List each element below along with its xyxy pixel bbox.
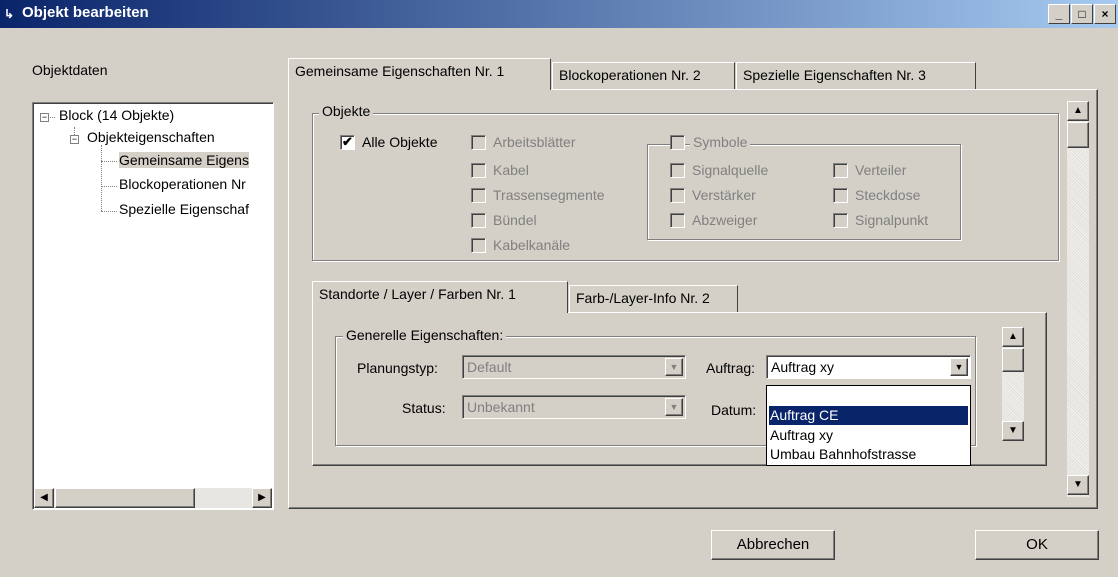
- kabelkanaele-label: Kabelkanäle: [493, 237, 571, 253]
- signalpunkt-label: Signalpunkt: [855, 212, 929, 228]
- planungstyp-select[interactable]: Default ▼: [462, 355, 686, 379]
- title-bar: ↳ Objekt bearbeiten _ □ ×: [0, 0, 1118, 28]
- buendel-label: Bündel: [493, 212, 537, 228]
- arbeitsblaetter-label: Arbeitsblätter: [493, 134, 576, 150]
- generelle-group-title: Generelle Eigenschaften:: [343, 327, 507, 343]
- tab-standorte[interactable]: Standorte / Layer / Farben Nr. 1: [312, 281, 568, 313]
- inner-vertical-scrollbar[interactable]: ▲ ▼: [1002, 327, 1024, 441]
- status-value: Unbekannt: [467, 399, 535, 415]
- object-tree[interactable]: − Block (14 Objekte) − Objekteigenschaft…: [32, 102, 274, 510]
- tree-item-spezielle[interactable]: Spezielle Eigenschaf: [119, 201, 249, 217]
- scroll-down-icon[interactable]: ▼: [1067, 475, 1089, 495]
- verteiler-checkbox[interactable]: [833, 163, 848, 178]
- dropdown-option-auftrag-ce[interactable]: Auftrag CE: [769, 406, 968, 425]
- tab-spezielle[interactable]: Spezielle Eigenschaften Nr. 3: [736, 62, 976, 90]
- datum-label: Datum:: [711, 402, 757, 418]
- scroll-thumb[interactable]: [1002, 348, 1024, 372]
- planungstyp-label: Planungstyp:: [357, 360, 438, 376]
- tree-item-objekteigenschaften[interactable]: Objekteigenschaften: [87, 129, 215, 145]
- kabelkanaele-checkbox[interactable]: [471, 238, 486, 253]
- chevron-down-icon[interactable]: ▼: [950, 358, 968, 376]
- minimize-button[interactable]: _: [1048, 4, 1070, 24]
- scroll-thumb[interactable]: [1067, 122, 1089, 148]
- dropdown-option-auftrag-xy[interactable]: Auftrag xy: [769, 426, 968, 445]
- signalquelle-checkbox[interactable]: [670, 163, 685, 178]
- scroll-down-icon[interactable]: ▼: [1002, 421, 1024, 441]
- abzweiger-label: Abzweiger: [692, 212, 758, 228]
- chevron-down-icon[interactable]: ▼: [665, 358, 683, 376]
- buendel-checkbox[interactable]: [471, 213, 486, 228]
- verstaerker-label: Verstärker: [692, 187, 756, 203]
- window-title: Objekt bearbeiten: [22, 4, 149, 21]
- tree-item-block[interactable]: Block (14 Objekte): [59, 107, 174, 123]
- app-icon: ↳: [4, 7, 15, 21]
- kabel-label: Kabel: [493, 162, 529, 178]
- outer-vertical-scrollbar[interactable]: ▲ ▼: [1067, 101, 1089, 497]
- scroll-up-icon[interactable]: ▲: [1067, 101, 1089, 121]
- symbole-checkbox[interactable]: [670, 135, 685, 150]
- auftrag-value: Auftrag xy: [771, 359, 835, 375]
- alle-objekte-checkbox[interactable]: ✔: [340, 135, 355, 150]
- symbole-group-title: Symbole: [690, 134, 751, 150]
- scroll-up-icon[interactable]: ▲: [1002, 327, 1024, 347]
- verteiler-label: Verteiler: [855, 162, 907, 178]
- signalpunkt-checkbox[interactable]: [833, 213, 848, 228]
- auftrag-label: Auftrag:: [706, 360, 756, 376]
- dropdown-option-empty[interactable]: [769, 387, 968, 406]
- maximize-button[interactable]: □: [1071, 4, 1093, 24]
- close-button[interactable]: ×: [1094, 4, 1116, 24]
- objekte-group-title: Objekte: [319, 103, 374, 119]
- scroll-thumb[interactable]: [55, 488, 195, 508]
- cancel-button[interactable]: Abbrechen: [711, 530, 835, 560]
- collapse-icon[interactable]: −: [40, 113, 49, 122]
- verstaerker-checkbox[interactable]: [670, 188, 685, 203]
- auftrag-dropdown-list[interactable]: Auftrag CE Auftrag xy Umbau Bahnhofstras…: [766, 385, 971, 466]
- scroll-right-icon[interactable]: ▶: [252, 488, 272, 508]
- collapse-icon[interactable]: −: [70, 135, 79, 144]
- status-label: Status:: [402, 400, 446, 416]
- steckdose-label: Steckdose: [855, 187, 921, 203]
- dropdown-option-umbau[interactable]: Umbau Bahnhofstrasse: [769, 445, 968, 464]
- trassensegmente-checkbox[interactable]: [471, 188, 486, 203]
- tab-farb-layer-info[interactable]: Farb-/Layer-Info Nr. 2: [569, 285, 738, 313]
- steckdose-checkbox[interactable]: [833, 188, 848, 203]
- abzweiger-checkbox[interactable]: [670, 213, 685, 228]
- scroll-left-icon[interactable]: ◀: [34, 488, 54, 508]
- objektdaten-label: Objektdaten: [32, 62, 108, 78]
- arbeitsblaetter-checkbox[interactable]: [471, 135, 486, 150]
- trassensegmente-label: Trassensegmente: [493, 187, 605, 203]
- tree-item-gemeinsame[interactable]: Gemeinsame Eigens: [119, 152, 249, 168]
- tab-blockoperationen[interactable]: Blockoperationen Nr. 2: [552, 62, 735, 90]
- chevron-down-icon[interactable]: ▼: [665, 398, 683, 416]
- tree-item-blockoperationen[interactable]: Blockoperationen Nr: [119, 176, 246, 192]
- tab-gemeinsame[interactable]: Gemeinsame Eigenschaften Nr. 1: [288, 58, 551, 90]
- status-select[interactable]: Unbekannt ▼: [462, 395, 686, 419]
- auftrag-select[interactable]: Auftrag xy ▼: [766, 355, 971, 379]
- signalquelle-label: Signalquelle: [692, 162, 769, 178]
- kabel-checkbox[interactable]: [471, 163, 486, 178]
- ok-button[interactable]: OK: [975, 530, 1099, 560]
- planungstyp-value: Default: [467, 359, 512, 375]
- alle-objekte-label[interactable]: Alle Objekte: [362, 134, 437, 150]
- tree-horizontal-scrollbar[interactable]: ◀ ▶: [34, 488, 272, 508]
